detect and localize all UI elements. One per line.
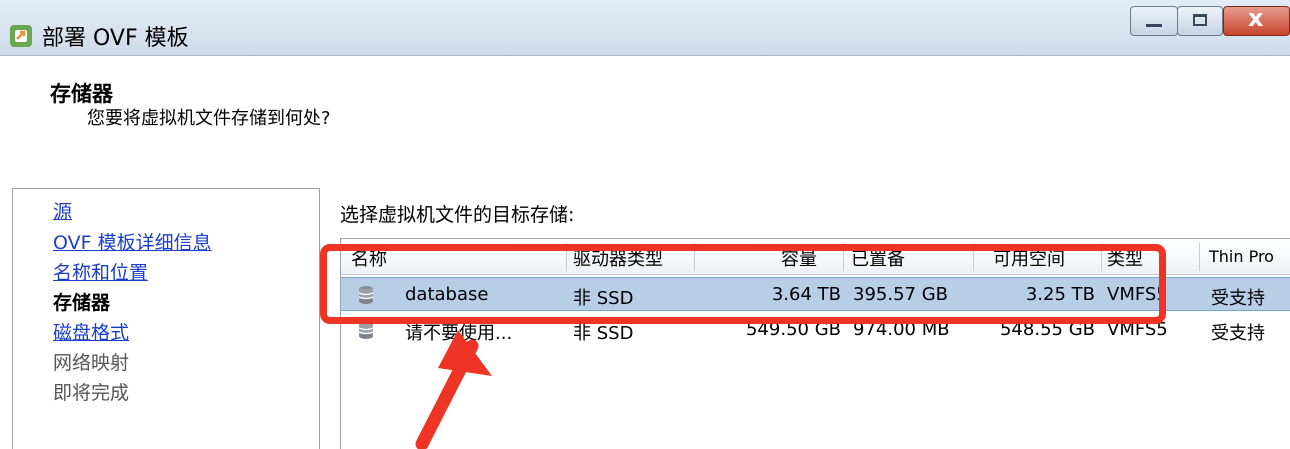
column-separator[interactable] xyxy=(1101,243,1102,271)
row-thin-provisioning: 受支持 xyxy=(1211,323,1265,344)
datastore-icon xyxy=(358,286,374,304)
table-header: 名称 驱动器类型 容量 已置备 可用空间 类型 Thin Pro xyxy=(341,239,1290,275)
column-header-provisioned[interactable]: 已置备 xyxy=(851,245,905,271)
column-separator[interactable] xyxy=(843,243,844,271)
row-provisioned: 974.00 MB xyxy=(853,319,950,340)
column-header-free-space[interactable]: 可用空间 xyxy=(993,245,1065,271)
row-type: VMFS5 xyxy=(1107,284,1168,305)
row-type: VMFS5 xyxy=(1107,319,1168,340)
table-row[interactable]: 请不要使用... 非 SSD 549.50 GB 974.00 MB 548.5… xyxy=(341,313,1290,347)
row-free-space: 548.55 GB xyxy=(999,319,1095,340)
datastore-icon xyxy=(358,321,374,339)
ovf-deploy-icon xyxy=(10,25,32,47)
row-capacity: 3.64 TB xyxy=(771,284,841,305)
wizard-steps-panel: 源 OVF 模板详细信息 名称和位置 存储器 磁盘格式 网络映射 即将完成 xyxy=(12,188,320,449)
nav-step-name-location[interactable]: 名称和位置 xyxy=(53,258,148,285)
row-name: 请不要使用... xyxy=(405,323,513,344)
nav-step-source[interactable]: 源 xyxy=(53,197,72,224)
row-free-space: 3.25 TB xyxy=(1025,284,1095,305)
close-button[interactable]: x xyxy=(1223,4,1290,36)
column-header-name[interactable]: 名称 xyxy=(351,245,387,271)
maximize-button[interactable] xyxy=(1177,6,1223,36)
row-thin-provisioning: 受支持 xyxy=(1211,288,1265,309)
row-name: database xyxy=(405,284,489,305)
storage-select-label: 选择虚拟机文件的目标存储: xyxy=(340,204,575,226)
datastore-table: 名称 驱动器类型 容量 已置备 可用空间 类型 Thin Pro databas… xyxy=(340,238,1290,449)
row-provisioned: 395.57 GB xyxy=(853,284,949,305)
nav-step-storage: 存储器 xyxy=(53,292,111,314)
table-row[interactable]: database 非 SSD 3.64 TB 395.57 GB 3.25 TB… xyxy=(341,277,1290,311)
column-separator[interactable] xyxy=(566,243,567,271)
minimize-icon xyxy=(1146,24,1162,27)
row-drive-type: 非 SSD xyxy=(573,288,634,309)
column-separator[interactable] xyxy=(973,243,974,271)
nav-step-ovf-details[interactable]: OVF 模板详细信息 xyxy=(53,228,212,255)
minimize-button[interactable] xyxy=(1130,6,1178,36)
maximize-icon xyxy=(1193,14,1207,26)
page-subtitle: 您要将虚拟机文件存储到何处? xyxy=(87,108,331,129)
column-header-thin-provisioning[interactable]: Thin Pro xyxy=(1209,247,1274,266)
window-title: 部署 OVF 模板 xyxy=(42,26,189,51)
column-separator[interactable] xyxy=(1199,243,1200,271)
column-separator[interactable] xyxy=(694,243,695,271)
row-drive-type: 非 SSD xyxy=(573,323,634,344)
column-header-capacity[interactable]: 容量 xyxy=(781,245,817,271)
nav-step-disk-format[interactable]: 磁盘格式 xyxy=(53,318,129,345)
column-header-type[interactable]: 类型 xyxy=(1107,245,1143,271)
title-bar: 部署 OVF 模板 x xyxy=(0,0,1290,56)
column-header-drive-type[interactable]: 驱动器类型 xyxy=(573,245,663,271)
nav-step-ready-complete: 即将完成 xyxy=(53,382,130,404)
row-capacity: 549.50 GB xyxy=(745,319,841,340)
close-icon: x xyxy=(1248,4,1264,32)
nav-step-network-mapping: 网络映射 xyxy=(53,352,130,374)
